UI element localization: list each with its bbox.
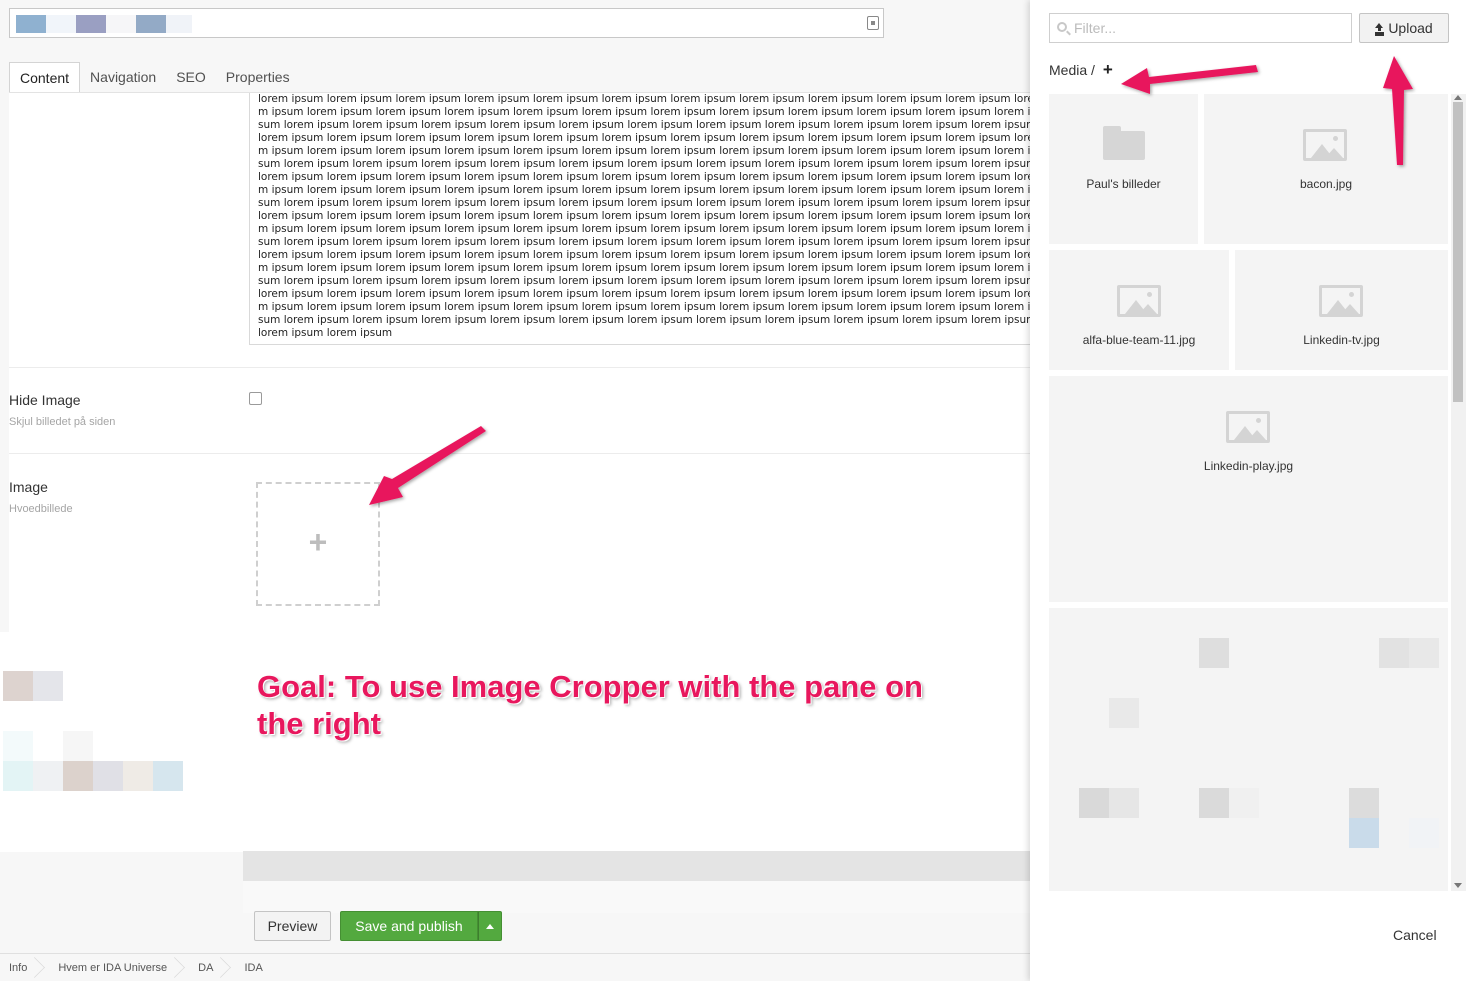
redacted-block [93,761,123,791]
redacted-block [63,731,93,761]
media-item-name: Paul's billeder [1086,177,1161,191]
redacted-block [1199,638,1229,668]
image-placeholder-icon [1303,129,1347,161]
redacted-block [1349,818,1379,848]
image-placeholder-icon [1226,411,1270,443]
media-path-label[interactable]: Media / [1049,62,1095,78]
add-folder-icon[interactable]: + [1103,60,1113,80]
redacted-block [46,15,76,33]
media-folder-tile[interactable]: Paul's billeder [1049,94,1198,244]
media-image-tile[interactable]: Linkedin-tv.jpg [1235,250,1448,370]
redacted-block [63,761,93,791]
redacted-block [1349,788,1379,818]
breadcrumb-item[interactable]: Hvem er IDA Universe [49,954,189,981]
redacted-area [0,632,1030,852]
media-item-name: bacon.jpg [1299,177,1353,191]
upload-label: Upload [1388,20,1433,36]
redacted-block [33,671,63,701]
media-grid-scrollbar[interactable] [1451,94,1466,891]
rich-text-editor[interactable]: lorem ipsum lorem ipsum lorem ipsum lore… [249,93,1030,345]
media-item-name: alfa-blue-team-11.jpg [1082,333,1196,347]
hide-image-description: Skjul billedet på siden [9,416,116,428]
redacted-block [3,761,33,791]
node-name-field[interactable] [9,8,884,38]
redacted-block [3,671,33,701]
upload-button[interactable]: Upload [1359,13,1449,43]
image-description: Hvoedbillede [9,503,73,515]
redacted-block [1409,638,1439,668]
redacted-block [1229,788,1259,818]
redacted-block [1109,788,1139,818]
tab-navigation[interactable]: Navigation [80,62,166,92]
image-property: Image Hvoedbillede + [9,453,1030,633]
redacted-block [166,15,192,33]
tab-content[interactable]: Content [9,62,81,92]
redacted-block [3,731,33,761]
redacted-block [153,761,183,791]
redacted-block [76,15,106,33]
redacted-block [16,15,46,33]
redacted-block [136,15,166,33]
media-path: Media / + [1049,60,1113,80]
search-icon [1057,22,1067,32]
preview-button[interactable]: Preview [254,911,331,941]
image-placeholder-icon [1117,285,1161,317]
redacted-block [1379,638,1409,668]
media-item-name: Linkedin-tv.jpg [1303,333,1380,347]
scrollbar-thumb[interactable] [1453,102,1463,402]
content-panel: lorem ipsum lorem ipsum lorem ipsum lore… [9,92,1030,632]
add-image-button[interactable]: + [256,482,380,606]
redacted-block [1079,788,1109,818]
tab-properties[interactable]: Properties [216,62,300,92]
image-label: Image [9,479,48,495]
filter-input[interactable] [1074,14,1344,42]
media-image-tile[interactable] [1049,608,1448,891]
lock-icon[interactable] [867,16,879,30]
redacted-strip [243,881,1030,913]
scroll-up-icon[interactable] [1454,95,1462,100]
upload-icon [1375,22,1384,34]
breadcrumb: Info Hvem er IDA Universe DA IDA [0,953,1030,981]
breadcrumb-item[interactable]: Info [0,954,49,981]
redacted-block [123,761,153,791]
save-and-publish-button[interactable]: Save and publish [340,911,478,941]
content-editor: Content Navigation SEO Properties lorem … [0,0,1030,981]
image-placeholder-icon [1319,285,1363,317]
hide-image-label: Hide Image [9,392,81,408]
redacted-block [1109,698,1139,728]
breadcrumb-item[interactable]: IDA [235,954,284,981]
hide-image-checkbox[interactable] [249,392,262,405]
editor-tabs: Content Navigation SEO Properties [9,62,300,92]
caret-up-icon[interactable] [478,911,502,941]
hide-image-property: Hide Image Skjul billedet på siden [9,367,1030,453]
media-grid: Paul's billeder bacon.jpg alfa-blue-team… [1049,94,1450,891]
redacted-block [33,761,63,791]
media-item-name: Linkedin-play.jpg [1203,459,1294,473]
redacted-strip [243,851,1030,881]
media-image-tile[interactable]: bacon.jpg [1204,94,1448,244]
goal-annotation: Goal: To use Image Cropper with the pane… [257,669,923,741]
redacted-block [106,15,136,33]
plus-icon: + [308,524,328,560]
cancel-button[interactable]: Cancel [1393,927,1437,943]
media-image-tile[interactable]: alfa-blue-team-11.jpg [1049,250,1229,370]
breadcrumb-item[interactable]: DA [189,954,235,981]
filter-field[interactable] [1049,13,1352,43]
media-picker-pane: Upload Media / + Paul's billeder bacon.j… [1030,0,1466,981]
media-image-tile[interactable]: Linkedin-play.jpg [1049,376,1448,602]
tab-seo[interactable]: SEO [166,62,216,92]
scroll-down-icon[interactable] [1454,883,1462,888]
folder-icon [1103,126,1145,160]
redacted-block [1409,818,1439,848]
redacted-block [1199,788,1229,818]
